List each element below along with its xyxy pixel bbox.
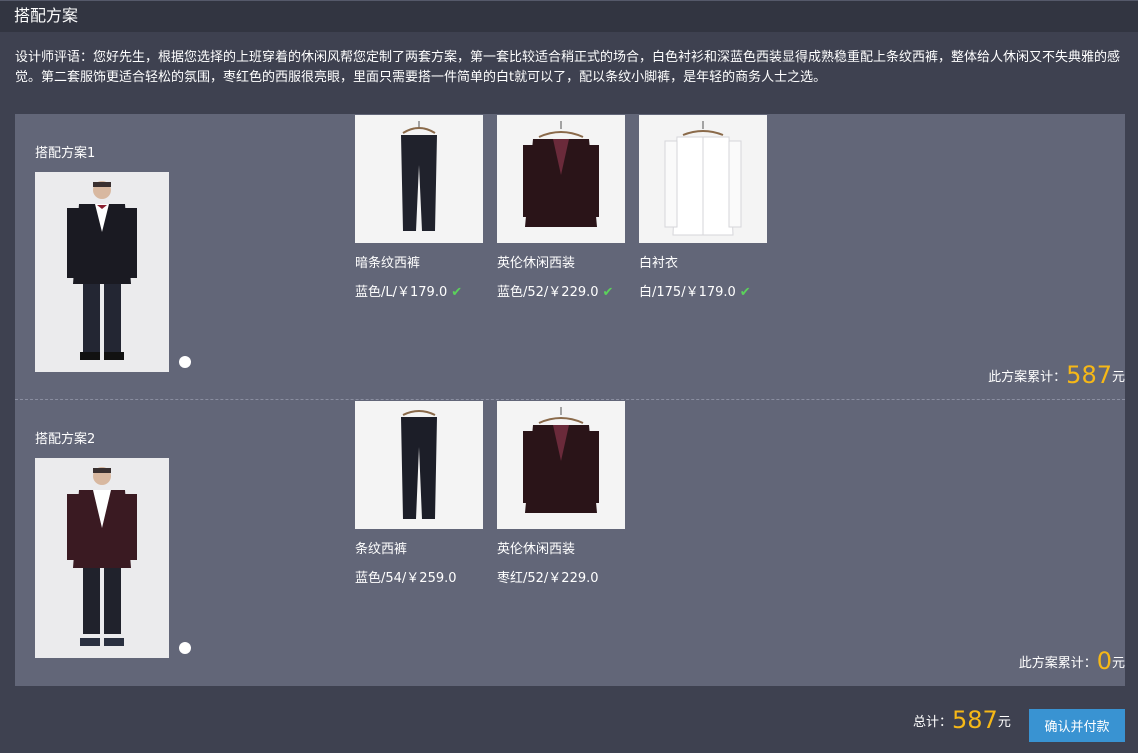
scheme-1: 搭配方案1 暗条纹西裤 蓝色/L/￥179.0 ✔ 英伦休闲西装 蓝色/52/￥… bbox=[15, 114, 1125, 400]
product-spec: 蓝色/L/￥179.0 ✔ bbox=[355, 284, 462, 302]
page-header: 搭配方案 bbox=[0, 0, 1138, 32]
product-name[interactable]: 白衬衣 bbox=[639, 255, 678, 273]
product-name[interactable]: 英伦休闲西装 bbox=[497, 541, 575, 559]
product-name[interactable]: 暗条纹西裤 bbox=[355, 255, 420, 273]
scheme-label: 搭配方案1 bbox=[35, 146, 96, 161]
product-spec-text: 蓝色/L/￥179.0 bbox=[355, 285, 448, 300]
scheme-label: 搭配方案2 bbox=[35, 432, 96, 447]
outfit-model-image bbox=[35, 458, 169, 658]
product-spec: 蓝色/52/￥229.0 ✔ bbox=[497, 284, 613, 302]
subtotal-amount: 587 bbox=[1066, 361, 1112, 389]
scheme-subtotal: 此方案累计：587元 bbox=[988, 360, 1125, 393]
designer-comment: 设计师评语：您好先生，根据您选择的上班穿着的休闲风帮您定制了两套方案，第一套比较… bbox=[15, 50, 1121, 85]
outfit-model-image bbox=[35, 172, 169, 372]
product-item[interactable]: 英伦休闲西装 蓝色/52/￥229.0 ✔ bbox=[497, 115, 625, 300]
currency-unit: 元 bbox=[1111, 370, 1125, 385]
product-image-blazer[interactable] bbox=[497, 401, 625, 529]
product-spec-text: 蓝色/54/￥259.0 bbox=[355, 571, 457, 586]
product-spec: 枣红/52/￥229.0 bbox=[497, 570, 599, 588]
scheme-2: 搭配方案2 条纹西裤 蓝色/54/￥259.0 英伦休闲西装 枣红/52/￥22… bbox=[15, 400, 1125, 686]
currency-unit: 元 bbox=[997, 715, 1011, 730]
product-name[interactable]: 英伦休闲西装 bbox=[497, 255, 575, 273]
scheme-select-radio[interactable] bbox=[179, 642, 191, 654]
product-spec-text: 白/175/￥179.0 bbox=[639, 285, 736, 300]
product-spec: 白/175/￥179.0 ✔ bbox=[639, 284, 751, 302]
product-item[interactable]: 暗条纹西裤 蓝色/L/￥179.0 ✔ bbox=[355, 115, 483, 300]
currency-unit: 元 bbox=[1111, 656, 1125, 671]
product-spec-text: 枣红/52/￥229.0 bbox=[497, 571, 599, 586]
product-image-pants[interactable] bbox=[355, 115, 483, 243]
check-icon: ✔ bbox=[739, 285, 751, 300]
order-total: 总计：587元 bbox=[913, 705, 1011, 738]
product-name[interactable]: 条纹西裤 bbox=[355, 541, 407, 559]
product-item[interactable]: 条纹西裤 蓝色/54/￥259.0 bbox=[355, 401, 483, 586]
page-title: 搭配方案 bbox=[14, 6, 79, 25]
scheme-select-radio[interactable] bbox=[179, 356, 191, 368]
subtotal-amount: 0 bbox=[1096, 647, 1112, 675]
scheme-subtotal: 此方案累计：0元 bbox=[1019, 646, 1125, 679]
product-item[interactable]: 白衬衣 白/175/￥179.0 ✔ bbox=[639, 115, 767, 300]
total-label: 总计： bbox=[913, 715, 953, 730]
confirm-pay-button[interactable]: 确认并付款 bbox=[1029, 709, 1125, 742]
product-image-pants[interactable] bbox=[355, 401, 483, 529]
product-image-blazer[interactable] bbox=[497, 115, 625, 243]
check-icon: ✔ bbox=[602, 285, 614, 300]
product-spec-text: 蓝色/52/￥229.0 bbox=[497, 285, 599, 300]
product-spec: 蓝色/54/￥259.0 bbox=[355, 570, 457, 588]
subtotal-label: 此方案累计： bbox=[988, 370, 1067, 385]
product-item[interactable]: 英伦休闲西装 枣红/52/￥229.0 bbox=[497, 401, 625, 586]
schemes-panel: 搭配方案1 暗条纹西裤 蓝色/L/￥179.0 ✔ 英伦休闲西装 蓝色/52/￥… bbox=[15, 114, 1125, 686]
product-image-shirt[interactable] bbox=[639, 115, 767, 243]
check-icon: ✔ bbox=[451, 285, 463, 300]
total-amount: 587 bbox=[952, 706, 998, 734]
subtotal-label: 此方案累计： bbox=[1018, 656, 1097, 671]
